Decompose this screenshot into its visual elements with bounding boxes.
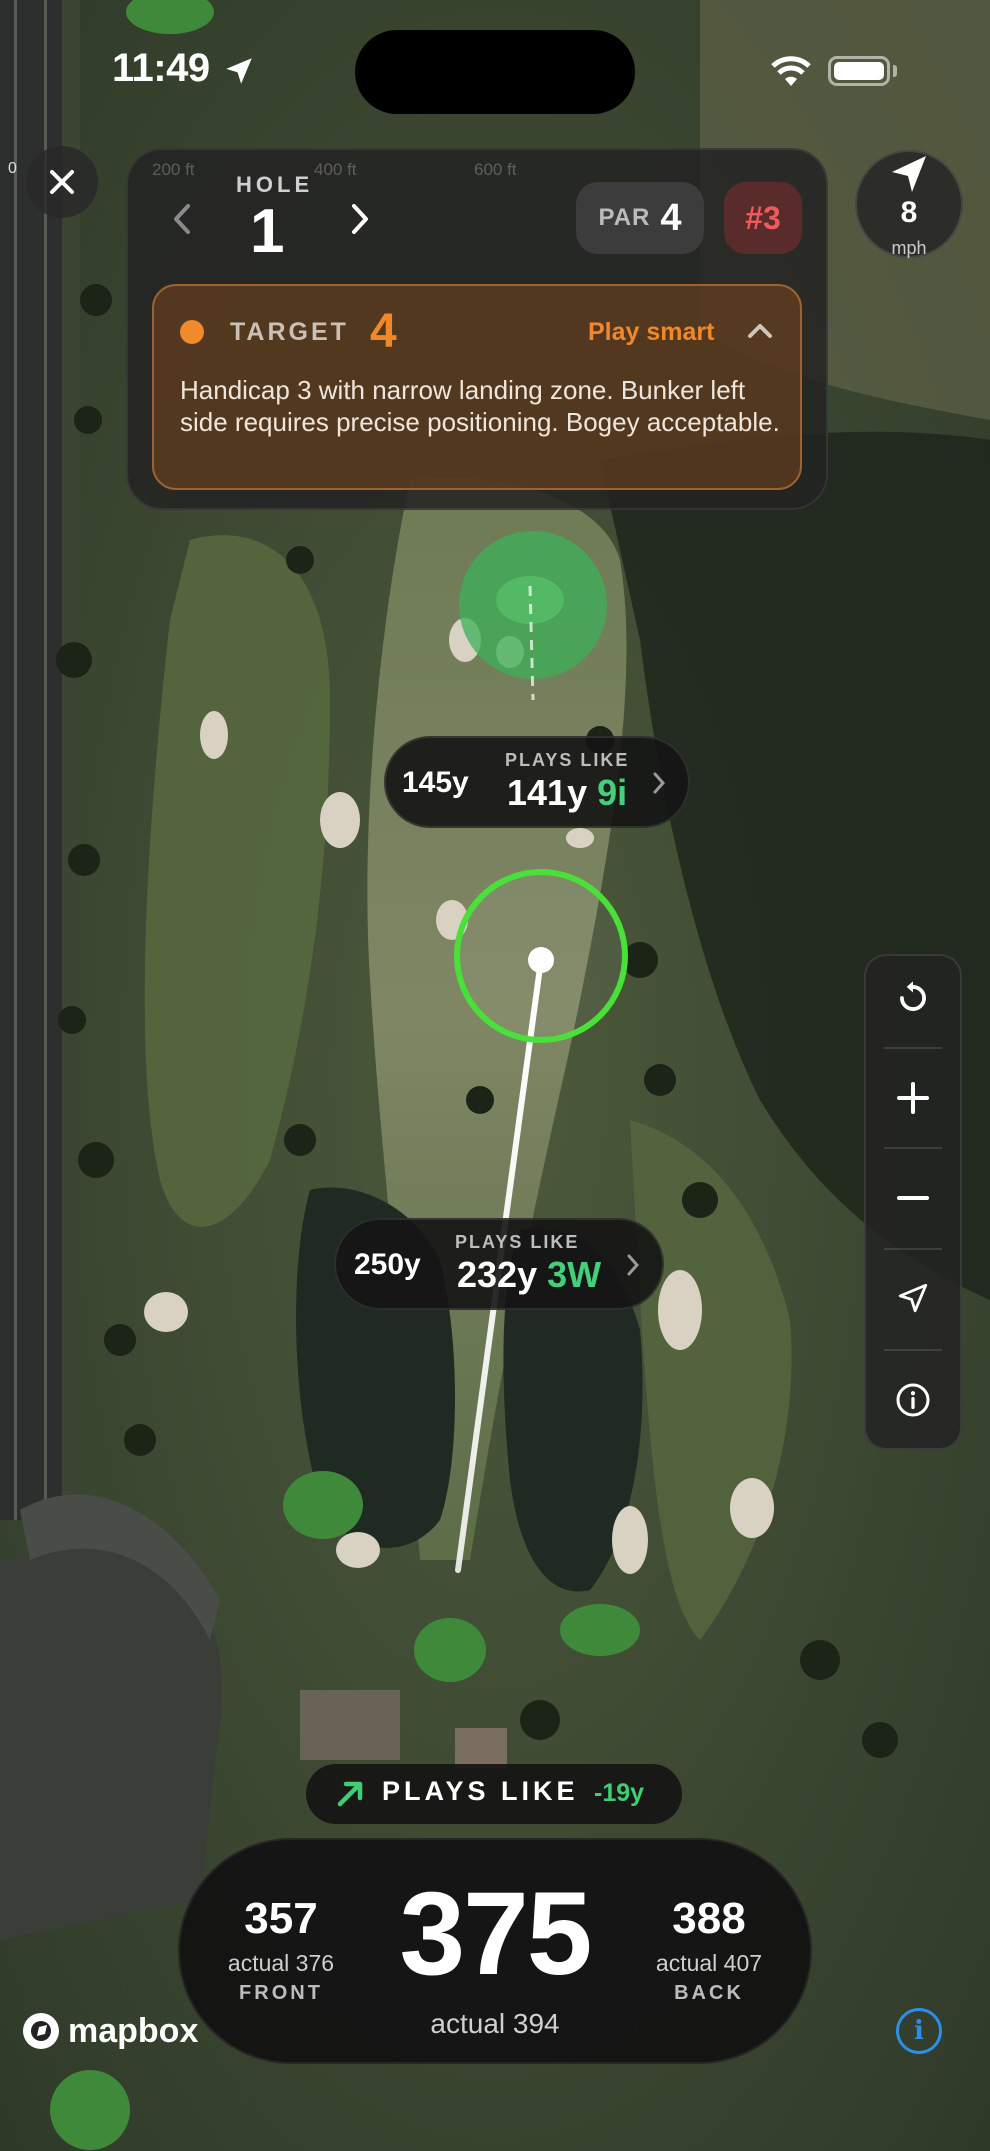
chevron-right-icon xyxy=(627,1254,640,1276)
back-distance: 388 xyxy=(672,1894,746,1943)
trending-up-arrow-icon xyxy=(337,1781,363,1807)
battery-icon xyxy=(828,56,890,86)
wifi-icon xyxy=(771,56,811,86)
plays-like-label: PLAYS LIKE xyxy=(382,1776,579,1806)
dynamic-island xyxy=(355,30,635,114)
info-button[interactable] xyxy=(864,1350,962,1450)
scale-label: 200 ft xyxy=(152,160,195,179)
pin-club-suggestion: 9i xyxy=(597,772,628,813)
pin-adjusted-yardage: 141y xyxy=(507,772,588,813)
collapse-chevron-up-icon[interactable] xyxy=(746,320,774,342)
zoom-out-button[interactable] xyxy=(864,1148,962,1248)
par-badge: PAR 4 xyxy=(576,182,704,254)
pin-plays-like-caption: PLAYS LIKE xyxy=(505,750,630,770)
attribution-info-button[interactable]: i xyxy=(896,2008,942,2054)
handicap-rank-badge: #3 xyxy=(724,182,802,254)
back-actual-distance: actual 407 xyxy=(655,1950,763,1976)
scale-label: 600 ft xyxy=(474,160,517,179)
target-status-dot xyxy=(180,320,204,344)
plays-like-delta: -19y xyxy=(594,1779,645,1807)
scale-zero-label: 0 xyxy=(8,160,17,177)
landing-club-suggestion: 3W xyxy=(547,1254,602,1295)
par-value: 4 xyxy=(660,196,682,239)
front-distance: 357 xyxy=(244,1894,318,1943)
landing-plays-like-caption: PLAYS LIKE xyxy=(455,1232,580,1252)
scale-label: 400 ft xyxy=(314,160,357,179)
wind-unit: mph xyxy=(891,238,927,258)
close-icon xyxy=(50,170,74,194)
zoom-in-button[interactable] xyxy=(864,1048,962,1148)
chevron-right-icon xyxy=(653,772,666,794)
battery-nub xyxy=(893,65,897,77)
front-label: FRONT xyxy=(239,1982,323,2004)
mapbox-logo-icon xyxy=(23,2013,59,2049)
center-distance: 375 xyxy=(399,1868,593,2000)
mapbox-wordmark: mapbox xyxy=(68,2011,199,2050)
next-hole-button[interactable] xyxy=(346,202,372,236)
reset-view-button[interactable] xyxy=(864,948,962,1048)
strategy-label: Play smart xyxy=(588,318,715,346)
landing-raw-distance: 250y xyxy=(354,1248,421,1281)
landing-adjusted-yardage: 232y xyxy=(457,1254,538,1295)
location-arrow-icon xyxy=(898,1283,928,1313)
pin-raw-distance: 145y xyxy=(402,766,469,799)
previous-hole-button[interactable] xyxy=(170,202,196,236)
back-label: BACK xyxy=(674,1982,744,2004)
status-time: 11:49 xyxy=(112,46,210,90)
pin-plays-like-distance: 141y 9i xyxy=(507,772,627,814)
front-actual-distance: actual 376 xyxy=(227,1950,335,1976)
wind-direction-arrow-icon xyxy=(892,156,926,192)
recenter-location-button[interactable] xyxy=(864,1248,962,1348)
hole-number: 1 xyxy=(250,197,285,266)
center-actual-distance: actual 394 xyxy=(430,2008,560,2039)
info-icon xyxy=(896,1383,930,1417)
par-label: PAR xyxy=(598,204,651,231)
minus-icon xyxy=(897,1196,929,1200)
mapbox-logo[interactable]: mapbox xyxy=(20,2010,198,2052)
target-label: TARGET xyxy=(230,318,349,346)
wind-speed: 8 xyxy=(900,196,918,229)
close-button[interactable] xyxy=(26,146,98,218)
plus-icon xyxy=(897,1082,929,1114)
landing-plays-like-distance: 232y 3W xyxy=(457,1254,601,1296)
target-description: Handicap 3 with narrow landing zone. Bun… xyxy=(180,375,780,437)
rotate-reset-icon xyxy=(900,981,926,1011)
hole-label: HOLE xyxy=(236,172,314,197)
target-score: 4 xyxy=(370,305,397,358)
location-services-icon xyxy=(226,58,252,84)
